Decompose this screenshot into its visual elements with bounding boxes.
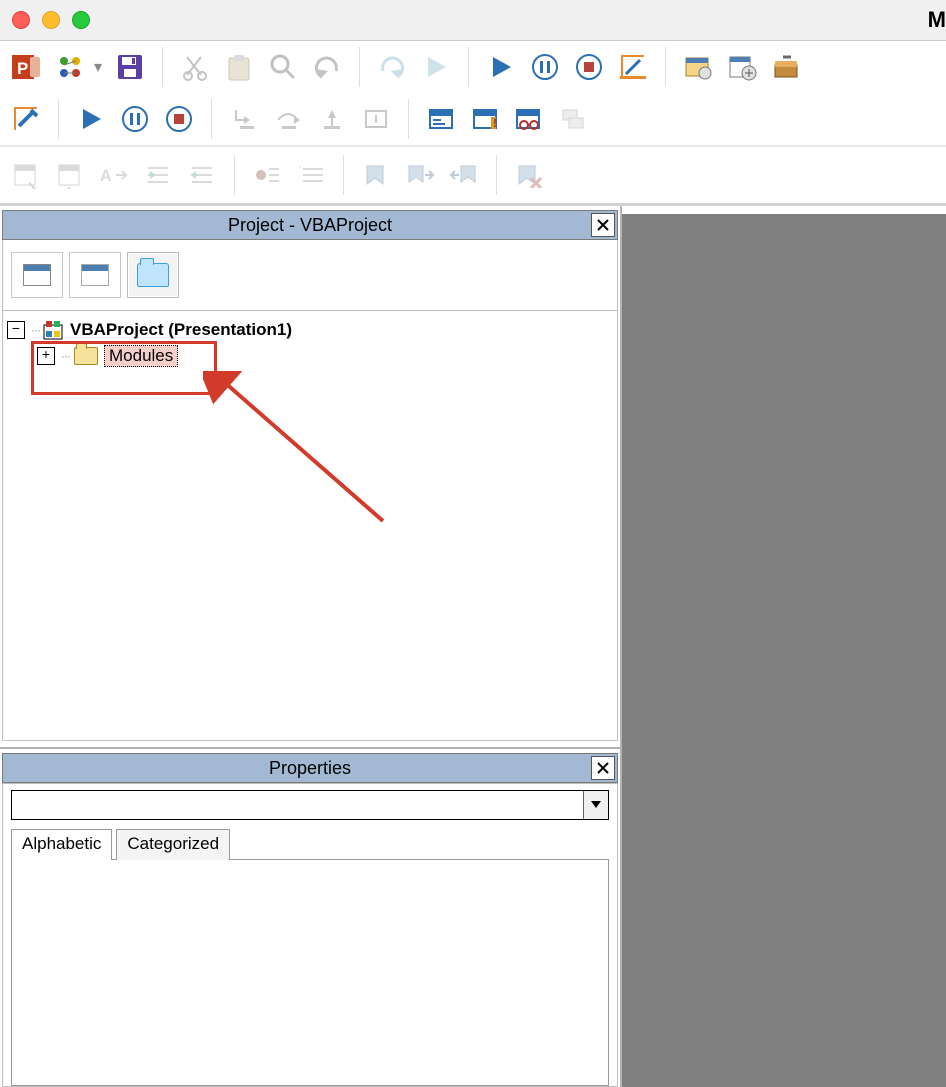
view-object-button[interactable] <box>69 252 121 298</box>
window-title: M <box>102 7 946 33</box>
properties-panel-body: Alphabetic Categorized <box>2 783 618 1087</box>
list-properties-button[interactable] <box>10 159 42 191</box>
code-mdi-area[interactable] <box>622 206 946 1087</box>
properties-panel-header[interactable]: Properties <box>2 753 618 783</box>
properties-panel-title: Properties <box>269 758 351 779</box>
toggle-folders-button[interactable] <box>127 252 179 298</box>
watch-window-button[interactable] <box>513 103 545 135</box>
stop-button[interactable] <box>573 51 605 83</box>
project-panel-title: Project - VBAProject <box>228 215 392 236</box>
zoom-window-button[interactable] <box>72 11 90 29</box>
next-bookmark-button[interactable] <box>404 159 436 191</box>
undo-button[interactable] <box>311 51 343 83</box>
find-button[interactable] <box>267 51 299 83</box>
minimize-window-button[interactable] <box>42 11 60 29</box>
vbaproject-icon <box>42 319 64 341</box>
tree-connector-icon: ··· <box>31 323 40 337</box>
call-stack-button[interactable] <box>557 103 589 135</box>
break-button[interactable] <box>119 103 151 135</box>
cut-button[interactable] <box>179 51 211 83</box>
design-mode-button[interactable] <box>617 51 649 83</box>
properties-tabs: Alphabetic Categorized <box>11 828 609 859</box>
run-sub-button[interactable] <box>420 51 452 83</box>
close-window-button[interactable] <box>12 11 30 29</box>
properties-grid[interactable] <box>11 859 609 1086</box>
tab-categorized-label: Categorized <box>127 834 219 853</box>
list-constants-button[interactable] <box>54 159 86 191</box>
redo-button[interactable] <box>376 51 408 83</box>
bookmark-button[interactable] <box>360 159 392 191</box>
complete-word-button[interactable]: A <box>98 159 130 191</box>
work-area: Project - VBAProject − ··· VBAProject (P… <box>0 206 946 1087</box>
annotation-highlight-box <box>31 341 217 395</box>
properties-panel-close-button[interactable] <box>591 756 615 780</box>
annotation-arrow-icon <box>203 371 403 541</box>
step-out-button[interactable] <box>316 103 348 135</box>
tab-alphabetic[interactable]: Alphabetic <box>11 829 112 860</box>
indent-button[interactable] <box>142 159 174 191</box>
switch-view-button[interactable] <box>54 51 86 83</box>
run-to-cursor-button[interactable] <box>360 103 392 135</box>
collapse-icon[interactable]: − <box>7 321 25 339</box>
project-panel-close-button[interactable] <box>591 213 615 237</box>
tab-categorized[interactable]: Categorized <box>116 829 230 860</box>
powerpoint-app-icon: P <box>10 51 42 83</box>
view-code-button[interactable] <box>11 252 63 298</box>
object-selector-combo[interactable] <box>11 790 609 820</box>
tree-root-row[interactable]: − ··· VBAProject (Presentation1) <box>7 317 613 343</box>
dropdown-caret-icon[interactable] <box>583 791 608 819</box>
tab-alphabetic-label: Alphabetic <box>22 834 101 853</box>
project-tree[interactable]: − ··· VBAProject (Presentation1) + ··· M… <box>2 311 618 741</box>
svg-text:!: ! <box>493 116 497 130</box>
project-panel-header[interactable]: Project - VBAProject <box>2 210 618 240</box>
paste-button[interactable] <box>223 51 255 83</box>
immediate-window-button[interactable]: ! <box>469 103 501 135</box>
toggle-breakpoint-button[interactable] <box>251 159 283 191</box>
run-macro-button[interactable] <box>485 51 517 83</box>
dropdown-caret-icon[interactable]: ▾ <box>94 57 102 77</box>
outdent-button[interactable] <box>186 159 218 191</box>
run-button[interactable] <box>75 103 107 135</box>
reset-button[interactable] <box>163 103 195 135</box>
svg-text:P: P <box>17 59 28 78</box>
object-selector-input[interactable] <box>12 791 583 819</box>
svg-text:A: A <box>100 168 112 185</box>
save-button[interactable] <box>114 51 146 83</box>
step-over-button[interactable] <box>272 103 304 135</box>
toolbar-edit: A ' <box>0 147 946 203</box>
prev-bookmark-button[interactable] <box>448 159 480 191</box>
project-panel-toolbar <box>2 240 618 311</box>
svg-text:': ' <box>299 165 301 176</box>
compile-button[interactable] <box>10 103 42 135</box>
window-titlebar: M <box>0 0 946 41</box>
step-into-button[interactable] <box>228 103 260 135</box>
toolbar-standard: P ▾ <box>0 41 946 93</box>
toolbar-debug: ! <box>0 93 946 145</box>
toolbox-button[interactable] <box>770 51 802 83</box>
comment-block-button[interactable]: ' <box>295 159 327 191</box>
project-explorer-button[interactable] <box>682 51 714 83</box>
pause-button[interactable] <box>529 51 561 83</box>
project-root-label: VBAProject (Presentation1) <box>70 320 292 340</box>
clear-bookmarks-button[interactable] <box>513 159 545 191</box>
locals-window-button[interactable] <box>425 103 457 135</box>
properties-window-button[interactable] <box>726 51 758 83</box>
